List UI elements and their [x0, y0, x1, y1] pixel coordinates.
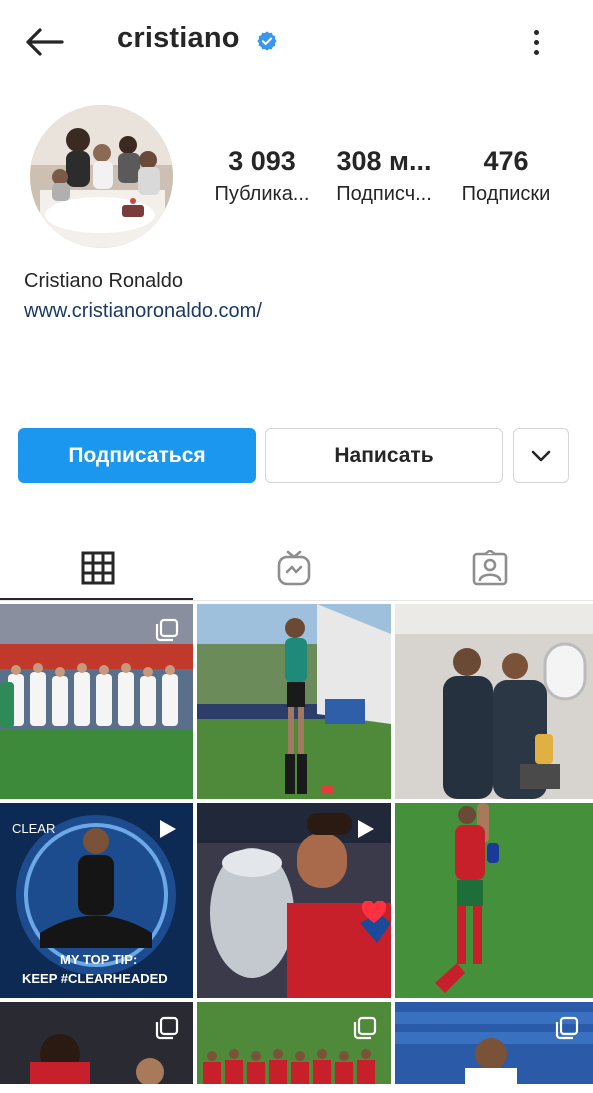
- profile-header: cristiano: [0, 0, 593, 84]
- carousel-icon: [155, 618, 179, 642]
- stat-followers-label: Подписч...: [336, 183, 432, 205]
- verified-badge-icon: [257, 31, 277, 51]
- tab-posts-grid[interactable]: [0, 535, 196, 601]
- back-button[interactable]: [22, 24, 66, 60]
- video-icon: [358, 820, 374, 838]
- profile-username: cristiano: [117, 22, 240, 54]
- carousel-icon: [555, 1016, 579, 1040]
- igtv-icon: [277, 550, 311, 586]
- more-options-button[interactable]: [522, 24, 550, 60]
- profile-stats: 3 093 Публика... 308 м... Подписч... 476…: [200, 146, 570, 216]
- svg-text:KEEP #CLEARHEADED: KEEP #CLEARHEADED: [22, 971, 168, 986]
- stat-followers-value: 308 м...: [336, 146, 432, 176]
- heart-icon: [361, 901, 387, 923]
- post-tile[interactable]: CLEAR MY TOP TIP: KEEP #CLEARHEADED: [0, 803, 193, 998]
- tabs-divider: [0, 600, 593, 601]
- carousel-icon: [155, 1016, 179, 1040]
- video-icon: [160, 820, 176, 838]
- post-tile[interactable]: [395, 803, 593, 998]
- follow-button[interactable]: Подписаться: [18, 428, 256, 483]
- post-tile[interactable]: [197, 803, 391, 998]
- post-tile[interactable]: [395, 604, 593, 799]
- stat-following-label: Подписки: [461, 183, 551, 205]
- post-tile[interactable]: [0, 1002, 193, 1084]
- post-caption-brand: CLEAR: [12, 821, 55, 836]
- carousel-icon: [353, 1016, 377, 1040]
- tab-tagged[interactable]: [392, 535, 588, 601]
- post-tile[interactable]: [197, 604, 391, 799]
- tagged-icon: [472, 550, 508, 586]
- stat-following[interactable]: 476 Подписки: [448, 146, 564, 206]
- grid-icon: [81, 551, 115, 585]
- post-tile[interactable]: [395, 1002, 593, 1084]
- post-tile[interactable]: [197, 1002, 391, 1084]
- profile-tabs: [0, 535, 593, 601]
- suggested-accounts-button[interactable]: [513, 428, 569, 483]
- message-button[interactable]: Написать: [265, 428, 503, 483]
- profile-avatar[interactable]: [30, 105, 173, 248]
- stat-posts[interactable]: 3 093 Публика...: [200, 146, 324, 206]
- svg-text:MY TOP TIP:: MY TOP TIP:: [60, 952, 137, 967]
- more-vertical-icon: [533, 29, 539, 35]
- post-tile[interactable]: [0, 604, 193, 799]
- stat-following-value: 476: [483, 146, 529, 176]
- stat-posts-value: 3 093: [228, 146, 296, 176]
- stat-posts-label: Публика...: [214, 183, 310, 205]
- arrow-left-icon: [26, 28, 64, 56]
- tab-igtv[interactable]: [196, 535, 392, 601]
- stat-followers[interactable]: 308 м... Подписч...: [326, 146, 442, 206]
- chevron-down-icon: [531, 450, 551, 461]
- profile-full-name: Cristiano Ronaldo: [24, 270, 183, 292]
- profile-website-link[interactable]: www.cristianoronaldo.com/: [24, 300, 262, 323]
